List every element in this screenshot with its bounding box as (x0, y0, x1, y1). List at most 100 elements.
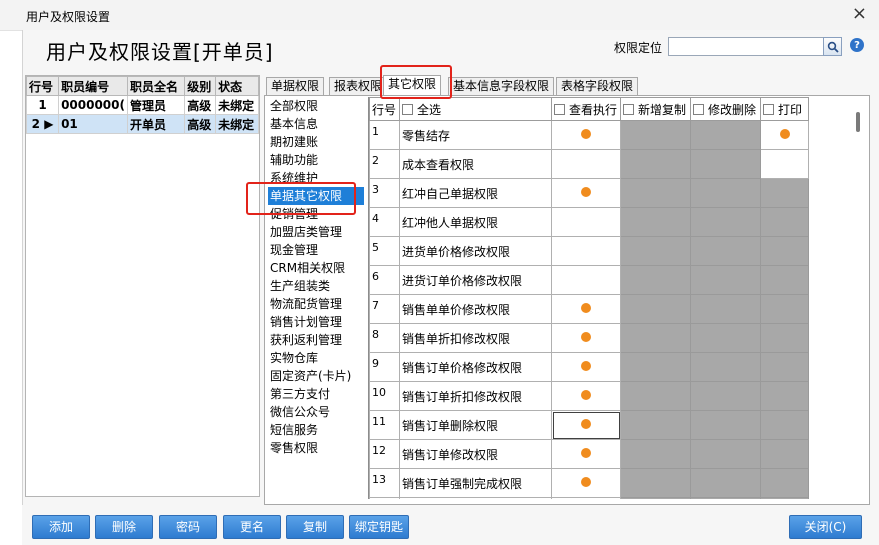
permission-row[interactable]: 7 销售单单价修改权限 (369, 294, 809, 324)
add-copy-cell-disabled (620, 207, 691, 237)
add-copy-checkbox[interactable] (623, 103, 634, 115)
category-item[interactable]: 第三方支付 (268, 385, 364, 403)
permission-rowno: 4 (369, 207, 400, 237)
permission-name: 销售单折扣修改权限 (399, 323, 552, 353)
rename-button[interactable]: 更名 (223, 515, 281, 539)
vertical-scrollbar-thumb[interactable] (856, 112, 860, 132)
view-execute-cell[interactable] (551, 497, 621, 499)
view-execute-cell[interactable] (551, 410, 621, 440)
view-execute-cell[interactable] (551, 323, 621, 353)
view-execute-cell[interactable] (551, 381, 621, 411)
edit-delete-cell-disabled (690, 468, 761, 498)
view-execute-checkbox[interactable] (554, 103, 565, 115)
permission-row[interactable]: 5 进货单价格修改权限 (369, 236, 809, 266)
tab-other-permissions[interactable]: 其它权限 (383, 75, 442, 96)
view-execute-cell[interactable] (551, 468, 621, 498)
permission-row[interactable]: 12 销售订单修改权限 (369, 439, 809, 469)
view-execute-cell[interactable] (551, 149, 621, 179)
category-item[interactable]: 获利返利管理 (268, 331, 364, 349)
tab-basic-info-field-permissions[interactable]: 基本信息字段权限 (448, 77, 555, 95)
permission-name: 进货订单价格修改权限 (399, 265, 552, 295)
add-button[interactable]: 添加 (32, 515, 90, 539)
add-copy-cell-disabled (620, 497, 691, 499)
view-execute-cell[interactable] (551, 120, 621, 150)
col-header-name[interactable]: 职员全名 (126, 76, 186, 96)
permission-row[interactable]: 2 成本查看权限 (369, 149, 809, 179)
view-execute-cell[interactable] (551, 439, 621, 469)
grid-header-print[interactable]: 打印 (760, 97, 809, 121)
category-item[interactable]: 促销管理 (268, 205, 364, 223)
view-execute-cell[interactable] (551, 265, 621, 295)
category-item[interactable]: 系统维护 (268, 169, 364, 187)
grid-header-add-copy[interactable]: 新增复制 (620, 97, 691, 121)
permission-row[interactable]: 9 销售订单价格修改权限 (369, 352, 809, 382)
permission-row[interactable]: 14销售类单据金额查看 (369, 497, 809, 499)
category-item[interactable]: 固定资产(卡片) (268, 367, 364, 385)
category-item[interactable]: 生产组装类 (268, 277, 364, 295)
category-item[interactable]: 销售计划管理 (268, 313, 364, 331)
close-button[interactable]: 关闭(C) (789, 515, 862, 539)
delete-button[interactable]: 删除 (95, 515, 153, 539)
close-icon[interactable]: × (852, 4, 867, 24)
category-item[interactable]: 基本信息 (268, 115, 364, 133)
print-cell[interactable] (760, 120, 809, 150)
category-item[interactable]: 现金管理 (268, 241, 364, 259)
category-item[interactable]: 零售权限 (268, 439, 364, 457)
col-header-rowno[interactable]: 行号 (25, 76, 60, 96)
permission-row[interactable]: 6 进货订单价格修改权限 (369, 265, 809, 295)
edit-delete-cell-disabled (690, 381, 761, 411)
permission-name: 零售结存 (399, 120, 552, 150)
category-item[interactable]: 单据其它权限 (268, 187, 364, 205)
select-all-checkbox[interactable] (402, 103, 413, 115)
view-execute-cell[interactable] (551, 236, 621, 266)
permission-row[interactable]: 10 销售订单折扣修改权限 (369, 381, 809, 411)
user-row[interactable]: 1 0000000(管理员 高级 未绑定 (25, 95, 259, 115)
permission-row[interactable]: 11 销售订单删除权限 (369, 410, 809, 440)
category-item[interactable]: 物流配货管理 (268, 295, 364, 313)
permission-row[interactable]: 4 红冲他人单据权限 (369, 207, 809, 237)
print-cell-disabled (760, 178, 809, 208)
copy-button[interactable]: 复制 (286, 515, 344, 539)
edit-delete-checkbox[interactable] (693, 103, 704, 115)
permission-row[interactable]: 8 销售单折扣修改权限 (369, 323, 809, 353)
user-row[interactable]: 2 ▶ 01 开单员 高级 未绑定 (25, 114, 259, 134)
grid-header-select-all[interactable]: 全选 (399, 97, 552, 121)
permission-name: 红冲自己单据权限 (399, 178, 552, 208)
tab-table-field-permissions[interactable]: 表格字段权限 (556, 77, 639, 95)
user-code: 0000000( (58, 95, 128, 115)
category-item[interactable]: 加盟店类管理 (268, 223, 364, 241)
permission-locate-input[interactable] (668, 37, 826, 56)
grid-header-view-execute[interactable]: 查看执行 (551, 97, 621, 121)
category-item[interactable]: CRM相关权限 (268, 259, 364, 277)
help-icon[interactable]: ? (850, 38, 864, 52)
permission-row[interactable]: 3 红冲自己单据权限 (369, 178, 809, 208)
print-cell[interactable] (760, 149, 809, 179)
search-icon[interactable] (823, 37, 842, 56)
category-item[interactable]: 辅助功能 (268, 151, 364, 169)
category-item[interactable]: 实物仓库 (268, 349, 364, 367)
bind-key-button[interactable]: 绑定钥匙 (349, 515, 409, 539)
category-item[interactable]: 微信公众号 (268, 403, 364, 421)
view-execute-cell[interactable] (551, 178, 621, 208)
print-checkbox[interactable] (763, 103, 774, 115)
permission-row[interactable]: 1 零售结存 (369, 120, 809, 150)
category-item[interactable]: 全部权限 (268, 97, 364, 115)
col-header-code[interactable]: 职员编号 (58, 76, 128, 96)
print-cell-disabled (760, 294, 809, 324)
category-item[interactable]: 短信服务 (268, 421, 364, 439)
password-button[interactable]: 密码 (159, 515, 217, 539)
view-execute-cell[interactable] (551, 294, 621, 324)
view-execute-cell[interactable] (551, 352, 621, 382)
add-copy-cell-disabled (620, 352, 691, 382)
view-execute-cell[interactable] (551, 207, 621, 237)
edit-delete-cell-disabled (690, 207, 761, 237)
grid-header-edit-delete[interactable]: 修改删除 (690, 97, 761, 121)
category-item[interactable]: 期初建账 (268, 133, 364, 151)
col-header-level[interactable]: 级别 (184, 76, 217, 96)
permission-name: 销售订单价格修改权限 (399, 352, 552, 382)
print-label: 打印 (778, 102, 803, 117)
tab-report-permissions[interactable]: 报表权限 (329, 77, 388, 95)
col-header-status[interactable]: 状态 (215, 76, 259, 96)
tab-document-permissions[interactable]: 单据权限 (266, 77, 325, 95)
permission-row[interactable]: 13 销售订单强制完成权限 (369, 468, 809, 498)
